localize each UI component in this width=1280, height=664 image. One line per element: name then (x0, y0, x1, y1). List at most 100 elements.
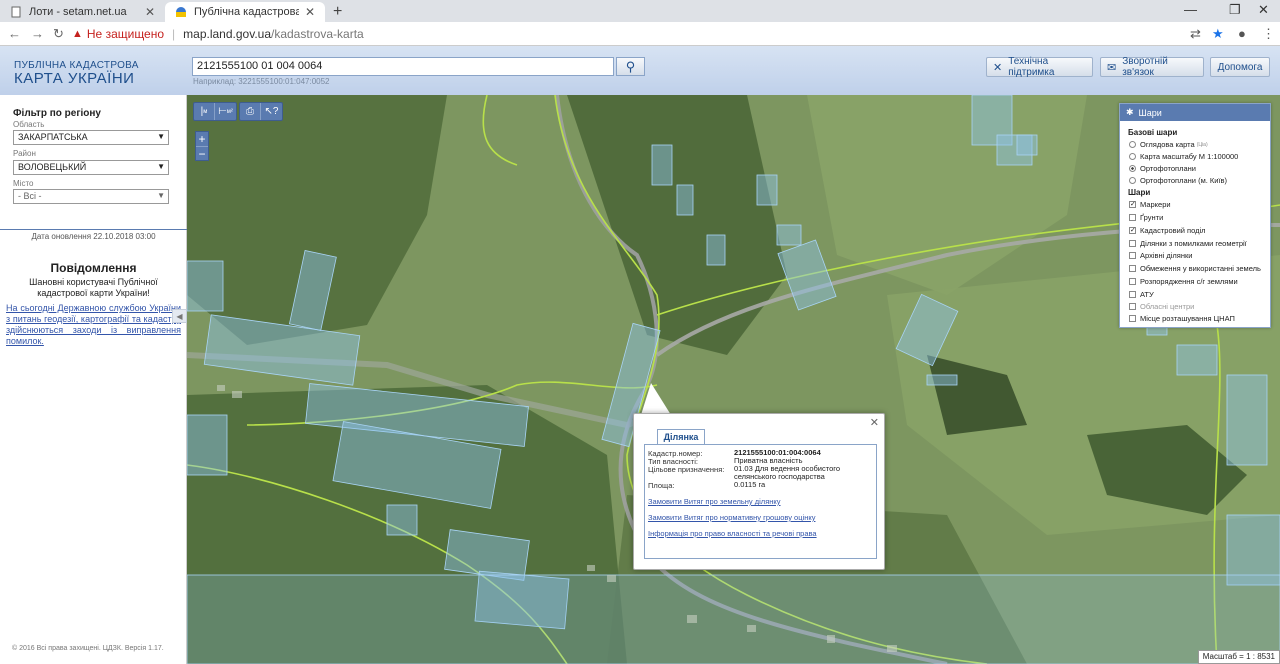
layer-cadastral[interactable]: ✓ Кадастровий поділ (1129, 226, 1206, 235)
cadastral-search-input[interactable]: 2121555100 01 004 0064 (192, 57, 614, 76)
close-tab-icon[interactable]: ✕ (145, 5, 155, 19)
parcel-popup: ✕ Ділянка Кадастр.номер: 2121555100:01:0… (633, 413, 885, 570)
checkbox-icon: ✓ (1129, 201, 1136, 208)
layer-label: Обласні центри (1140, 302, 1195, 311)
measure-distance-button[interactable]: | м (194, 103, 215, 120)
region-sidebar: Фільтр по регіону Область ЗАКАРПАТСЬКА ▼ … (0, 95, 187, 664)
base-layer-ortho[interactable]: Ортофотоплани (1129, 164, 1196, 173)
tab-kadastr[interactable]: Публічна кадастрова карта Укр ✕ (165, 2, 325, 22)
forward-icon[interactable]: → (31, 26, 44, 41)
layer-restrictions[interactable]: Обмеження у використанні земель (1129, 264, 1261, 273)
checkbox-icon (1129, 303, 1136, 310)
tab-strip: Лоти - setam.net.ua ✕ Публічна кадастров… (0, 0, 1280, 22)
gear-icon: ✱ (1126, 107, 1134, 117)
radio-icon (1129, 153, 1136, 160)
translate-icon[interactable]: ⇄ (1190, 26, 1201, 42)
tab-title: Публічна кадастрова карта Укр (194, 6, 299, 18)
chevron-down-icon: ▼ (157, 191, 165, 200)
layer-label: АТУ (1140, 290, 1154, 299)
logo-line2: КАРТА УКРАЇНИ (14, 70, 135, 87)
url-field[interactable]: ▲ Не защищено | map.land.gov.ua/kadastro… (72, 25, 1182, 43)
layer-cnap[interactable]: Місце розташування ЦНАП (1129, 314, 1235, 323)
layer-markers[interactable]: ✓ Маркери (1129, 200, 1171, 209)
back-icon[interactable]: ← (8, 26, 21, 41)
identify-button[interactable]: ↖? (261, 103, 282, 120)
restore-icon[interactable]: ❐ (1229, 2, 1241, 18)
layer-sup: (Ціа) (1196, 141, 1208, 148)
city-label: Місто (13, 179, 34, 188)
mail-icon: ✉ (1107, 61, 1117, 74)
warning-icon: ▲ (72, 28, 83, 40)
checkbox-icon (1129, 252, 1136, 259)
close-window-icon[interactable]: ✕ (1258, 2, 1269, 18)
map-canvas[interactable]: | м ⊢ м² ⎙ ↖? + − ✱ Шари Базові шари Оглядо… (187, 95, 1280, 664)
area-unit: м² (226, 108, 233, 115)
layer-agri-disposal[interactable]: Розпорядження с/г землями (1129, 277, 1238, 286)
filter-title: Фільтр по регіону (13, 108, 101, 119)
order-extract-link[interactable]: Замовити Витяг про земельну ділянку (648, 497, 781, 506)
layer-atu[interactable]: АТУ (1129, 290, 1154, 299)
message-body: Шановні користувачі Публічної кадастрово… (29, 277, 158, 298)
bookmark-star-icon[interactable]: ★ (1212, 26, 1224, 42)
zoom-control: + − (195, 131, 209, 161)
base-layer-100k[interactable]: Карта масштабу М 1:100000 (1129, 152, 1238, 161)
layer-label: Ортофотоплани (м. Київ) (1140, 176, 1228, 185)
new-tab-icon[interactable]: + (333, 3, 342, 21)
layer-label: Кадастровий поділ (1140, 226, 1206, 235)
feedback-button[interactable]: ✉ Зворотній зв'язок (1100, 56, 1204, 78)
radio-icon (1129, 165, 1136, 172)
close-tab-icon[interactable]: ✕ (305, 5, 315, 19)
checkbox-icon (1129, 278, 1136, 285)
checkbox-icon (1129, 214, 1136, 221)
layer-label: Архівні ділянки (1140, 251, 1193, 260)
measure-area-button[interactable]: ⊢ м² (215, 103, 236, 120)
chevron-down-icon: ▼ (157, 162, 165, 171)
reload-icon[interactable]: ↻ (53, 26, 64, 42)
zoom-out-button[interactable]: − (196, 146, 208, 161)
region-select[interactable]: ЗАКАРПАТСЬКА ▼ (13, 130, 169, 145)
city-value: - Всі - (18, 191, 42, 201)
close-icon[interactable]: ✕ (870, 416, 879, 429)
layer-archive[interactable]: Архівні ділянки (1129, 251, 1192, 260)
print-button[interactable]: ⎙ (240, 103, 261, 120)
minimize-icon[interactable]: — (1184, 2, 1197, 17)
layers-header[interactable]: ✱ Шари (1120, 104, 1270, 121)
orthophoto-map[interactable] (187, 95, 1280, 664)
tab-title: Лоти - setam.net.ua (29, 6, 127, 18)
layer-label: Ділянки з помилками геометрії (1140, 239, 1247, 248)
layer-geometry-errors[interactable]: Ділянки з помилками геометрії (1129, 239, 1247, 248)
measure-group: | м ⊢ м² (193, 102, 237, 121)
base-layer-overview[interactable]: Оглядова карта (Ціа) (1129, 140, 1208, 149)
ownership-info-link[interactable]: Інформація про право власності та речові… (648, 529, 817, 538)
browser-chrome: Лоти - setam.net.ua ✕ Публічна кадастров… (0, 0, 1280, 46)
zoom-in-button[interactable]: + (196, 132, 208, 146)
layer-label: Маркери (1140, 200, 1171, 209)
district-select[interactable]: ВОЛОВЕЦЬКИЙ ▼ (13, 160, 169, 175)
search-button[interactable]: ⚲ (616, 57, 645, 76)
area-icon: ⊢ (218, 106, 227, 117)
layer-regional-centers: Обласні центри (1129, 302, 1194, 311)
app-header: ПУБЛІЧНА КАДАСТРОВА КАРТА УКРАЇНИ 212155… (0, 46, 1280, 95)
tab-setam[interactable]: Лоти - setam.net.ua ✕ (0, 2, 165, 22)
order-valuation-link[interactable]: Замовити Витяг про нормативну грошову оц… (648, 513, 815, 522)
tab-parcel[interactable]: Ділянка (657, 429, 705, 444)
update-date: Дата оновлення 22.10.2018 03:00 (0, 229, 187, 241)
message-link[interactable]: На сьогодні Державною службою України з … (6, 303, 181, 347)
parcel-info: Кадастр.номер: 2121555100:01:004:0064 Ти… (644, 444, 877, 559)
district-label: Район (13, 149, 36, 158)
area-label: Площа: (648, 481, 675, 490)
layer-soils[interactable]: Ґрунти (1129, 213, 1163, 222)
base-layer-ortho-kyiv[interactable]: Ортофотоплани (м. Київ) (1129, 176, 1227, 185)
account-icon[interactable]: ● (1238, 26, 1246, 41)
map-scale: Масштаб = 1 : 8531 (1197, 650, 1280, 664)
city-select[interactable]: - Всі - ▼ (13, 189, 169, 204)
help-button[interactable]: Допомога (1210, 57, 1270, 77)
help-label: Допомога (1217, 61, 1263, 73)
support-button[interactable]: ✕ Технічна підтримка (986, 56, 1093, 78)
url-host: map.land.gov.ua (183, 27, 271, 41)
layer-label: Карта масштабу М 1:100000 (1140, 152, 1239, 161)
checkbox-icon (1129, 265, 1136, 272)
menu-icon[interactable]: ⋮ (1262, 26, 1275, 42)
layer-label: Оглядова карта (1140, 140, 1195, 149)
collapse-sidebar-button[interactable]: ◀ (172, 309, 187, 323)
